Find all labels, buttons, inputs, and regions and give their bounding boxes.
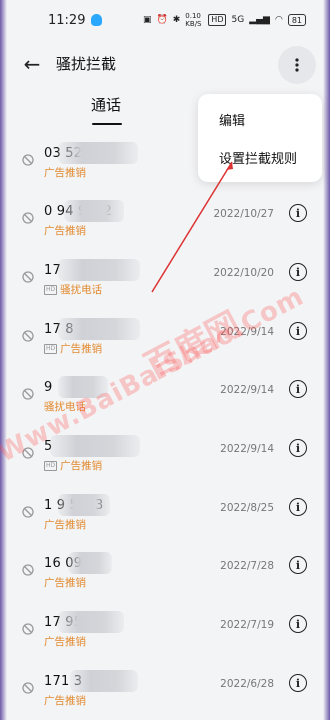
call-date: 2022/10/27 bbox=[213, 208, 274, 220]
page-title: 骚扰拦截 bbox=[56, 55, 117, 73]
hd-call-icon: HD bbox=[44, 460, 58, 471]
tab-calls[interactable]: 通话 bbox=[91, 94, 121, 115]
redaction-blur bbox=[58, 142, 138, 164]
call-tag: 广告推销 bbox=[44, 165, 86, 180]
call-tag: HD 骚扰电话 bbox=[44, 282, 102, 297]
menu-item-edit[interactable]: 编辑 bbox=[219, 110, 245, 129]
call-date: 2022/8/25 bbox=[220, 502, 274, 514]
info-icon[interactable]: i bbox=[289, 380, 307, 398]
call-tag: HD 广告推销 bbox=[44, 458, 102, 473]
signal-5g: 5G bbox=[231, 15, 245, 25]
battery-level: 81 bbox=[291, 15, 302, 25]
qq-icon bbox=[91, 14, 103, 26]
signal-icon: ▂▄▆ bbox=[249, 15, 270, 25]
call-tag-label: 广告推销 bbox=[44, 577, 86, 589]
call-date: 2022/10/20 bbox=[213, 267, 274, 279]
info-icon[interactable]: i bbox=[289, 204, 307, 222]
call-tag: 广告推销 bbox=[44, 693, 86, 708]
redaction-blur bbox=[64, 200, 124, 222]
call-tag: 广告推销 bbox=[44, 517, 86, 532]
hd-badge: HD bbox=[208, 14, 227, 26]
more-vertical-icon bbox=[295, 58, 299, 72]
blocked-icon bbox=[22, 271, 34, 283]
call-tag-label: 广告推销 bbox=[44, 519, 86, 531]
blocked-icon bbox=[22, 506, 34, 518]
redaction-blur bbox=[58, 611, 124, 633]
hd-call-icon: HD bbox=[44, 343, 58, 354]
app-bar: ← 骚扰拦截 bbox=[0, 40, 330, 88]
call-tag-label: 广告推销 bbox=[44, 636, 86, 648]
back-button[interactable]: ← bbox=[20, 52, 44, 76]
call-date: 2022/9/14 bbox=[220, 443, 274, 455]
call-date: 2022/6/28 bbox=[220, 678, 274, 690]
nfc-icon: ▣ bbox=[143, 15, 152, 25]
call-date: 2022/7/19 bbox=[220, 619, 274, 631]
arrow-left-icon: ← bbox=[23, 52, 41, 76]
status-bar: 11:29 ▣ ⏰ ✱ 0.10 KB/S HD 5G ▂▄▆ ◠ 81 bbox=[0, 0, 330, 40]
info-icon[interactable]: i bbox=[289, 674, 307, 692]
info-icon[interactable]: i bbox=[289, 615, 307, 633]
redaction-blur bbox=[68, 552, 112, 574]
info-icon[interactable]: i bbox=[289, 263, 307, 281]
call-row[interactable]: 171 3 广告推销 2022/6/28 i bbox=[0, 658, 330, 716]
call-tag: 广告推销 bbox=[44, 634, 86, 649]
call-tag-label: 广告推销 bbox=[44, 225, 86, 237]
more-options-button[interactable] bbox=[278, 46, 316, 84]
info-icon[interactable]: i bbox=[289, 556, 307, 574]
call-tag-label: 骚扰电话 bbox=[60, 284, 103, 296]
info-icon[interactable]: i bbox=[289, 439, 307, 457]
call-tag-label: 广告推销 bbox=[44, 167, 86, 179]
redaction-blur bbox=[58, 318, 140, 340]
menu-item-intercept-rules[interactable]: 设置拦截规则 bbox=[219, 148, 297, 167]
call-number: 9 bbox=[44, 380, 53, 395]
redaction-blur bbox=[70, 670, 138, 692]
blocked-icon bbox=[22, 388, 34, 400]
bluetooth-icon: ✱ bbox=[172, 15, 181, 25]
status-time: 11:29 bbox=[48, 12, 86, 28]
info-icon[interactable]: i bbox=[289, 498, 307, 516]
net-speed: 0.10 KB/S bbox=[185, 12, 202, 28]
call-tag: HD 广告推销 bbox=[44, 341, 102, 356]
call-tag-label: 广告推销 bbox=[44, 695, 86, 707]
call-tag: 广告推销 bbox=[44, 575, 86, 590]
hd-call-icon: HD bbox=[44, 284, 58, 295]
alarm-icon: ⏰ bbox=[156, 15, 168, 25]
blocked-icon bbox=[22, 682, 34, 694]
call-date: 2022/9/14 bbox=[220, 384, 274, 396]
redaction-blur bbox=[58, 494, 110, 516]
call-row[interactable]: 0 94 9232广告推销2022/10/27i bbox=[0, 188, 330, 246]
blocked-icon bbox=[22, 212, 34, 224]
tab-indicator bbox=[92, 123, 122, 125]
call-row[interactable]: 17 95广告推销2022/7/19i bbox=[0, 599, 330, 657]
call-tag-label: 广告推销 bbox=[60, 343, 103, 355]
blocked-icon bbox=[22, 623, 34, 635]
overflow-menu: 编辑 设置拦截规则 bbox=[198, 94, 322, 182]
call-row[interactable]: 16 0942广告推销2022/7/28i bbox=[0, 540, 330, 598]
call-row[interactable]: 1 9 5963广告推销2022/8/25i bbox=[0, 482, 330, 540]
call-tag: 广告推销 bbox=[44, 223, 86, 238]
call-date: 2022/7/28 bbox=[220, 560, 274, 572]
blocked-icon bbox=[22, 330, 34, 342]
redaction-blur bbox=[58, 259, 140, 281]
blocked-icon bbox=[22, 154, 34, 166]
call-tag-label: 广告推销 bbox=[60, 460, 103, 472]
wifi-icon: ◠ bbox=[274, 15, 283, 25]
blocked-icon bbox=[22, 564, 34, 576]
battery-icon: 81 bbox=[287, 14, 306, 26]
info-icon[interactable]: i bbox=[289, 322, 307, 340]
